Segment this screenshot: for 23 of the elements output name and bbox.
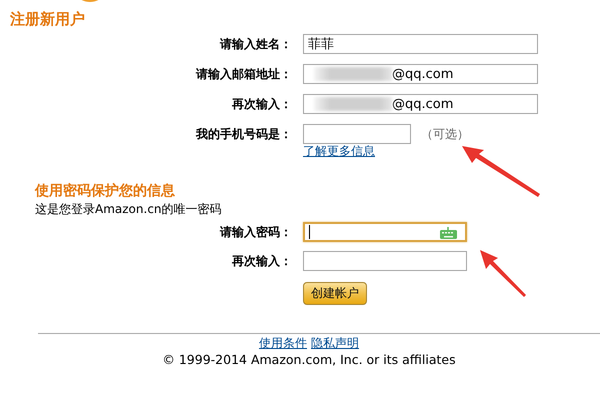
field-label: 再次输入： — [231, 96, 292, 112]
section-heading: 使用密码保护您的信息 — [35, 182, 176, 200]
field-label: 再次输入： — [231, 252, 292, 270]
input-field[interactable]: @qq.com — [303, 94, 538, 114]
input-field[interactable] — [303, 251, 467, 271]
optional-note: （可选） — [421, 126, 469, 142]
annotation-arrow — [480, 250, 526, 297]
footer-link[interactable]: 使用条件 — [259, 335, 307, 352]
input-field[interactable] — [303, 124, 411, 144]
footer-link[interactable]: 隐私声明 — [311, 335, 359, 352]
input-field[interactable]: 菲菲 — [303, 34, 538, 54]
field-label: 请输入密码： — [218, 224, 292, 240]
create-account-button[interactable]: 创建帐户 — [303, 282, 367, 305]
copyright-text: © 1999-2014 Amazon.com, Inc. or its affiliates — [162, 352, 456, 367]
more-info-link[interactable]: 了解更多信息 — [303, 143, 375, 160]
field-label: 请输入姓名： — [218, 36, 292, 52]
field-label: 我的手机号码是： — [194, 126, 292, 142]
field-label: 请输入邮箱地址： — [194, 66, 292, 82]
keyboard-icon[interactable] — [440, 227, 457, 239]
section-subtitle: 这是您登录Amazon.cn的唯一密码 — [35, 201, 222, 218]
input-field[interactable] — [303, 222, 467, 242]
page-title: 注册新用户 — [10, 10, 85, 30]
input-field[interactable]: @qq.com — [303, 64, 538, 84]
